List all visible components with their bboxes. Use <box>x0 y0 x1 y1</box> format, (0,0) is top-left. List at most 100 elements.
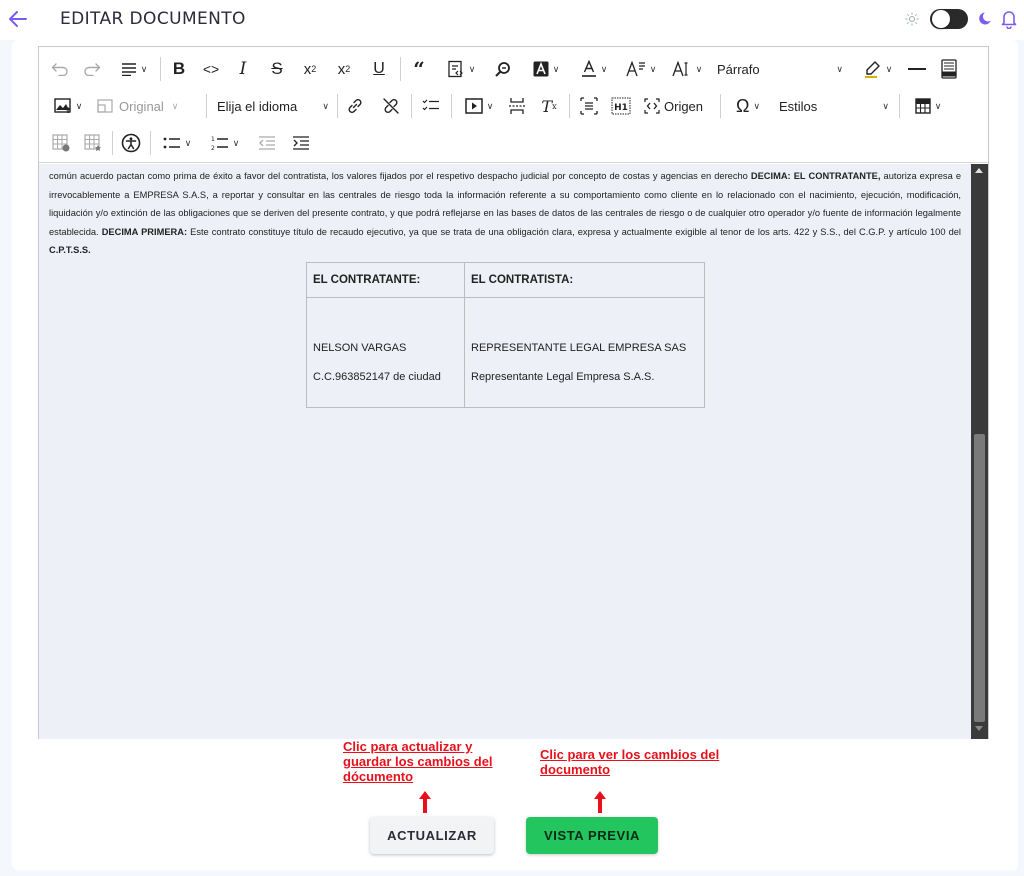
font-size-dropdown[interactable]: ∨ <box>665 57 709 81</box>
toolbar-separator <box>400 57 401 81</box>
italic-icon[interactable]: I <box>231 57 255 81</box>
insert-image-dropdown[interactable]: ∨ <box>47 94 89 118</box>
toolbar-separator <box>899 94 900 118</box>
sun-icon <box>905 12 919 26</box>
svg-text:H1: H1 <box>614 103 628 113</box>
scroll-down-icon[interactable] <box>975 726 983 731</box>
arrow-up-icon <box>418 790 432 814</box>
contratista-header: EL CONTRATISTA: <box>464 262 705 298</box>
numbered-list-dropdown[interactable]: 12 ∨ <box>205 131 245 155</box>
paragraph-text: común acuerdo pactan como prima de éxito… <box>49 171 751 181</box>
toolbar-separator <box>451 94 452 118</box>
toolbar-separator <box>160 57 161 81</box>
subscript-icon[interactable]: x2 <box>297 57 323 81</box>
image-size-label: Original <box>119 98 164 114</box>
scroll-up-icon[interactable] <box>975 168 983 173</box>
media-embed-dropdown[interactable]: ∨ <box>457 94 501 118</box>
special-chars-dropdown[interactable]: Ω ∨ <box>727 94 769 118</box>
toolbar-separator <box>150 131 151 155</box>
code-icon[interactable]: <> <box>199 57 223 81</box>
background-color-dropdown[interactable]: ∨ <box>525 57 567 81</box>
contratante-header: EL CONTRATANTE: <box>306 262 465 298</box>
page-title: EDITAR DOCUMENTO <box>60 9 246 29</box>
contratante-cell: NELSON VARGAS C.C.963852147 de ciudad <box>306 297 465 408</box>
svg-text:2: 2 <box>211 145 215 151</box>
contratante-id: C.C.963852147 de ciudad <box>313 371 441 383</box>
preview-button[interactable]: VISTA PREVIA <box>526 817 658 854</box>
outdent-icon[interactable] <box>255 131 279 155</box>
find-replace-icon[interactable] <box>491 57 515 81</box>
block-format-dropdown[interactable]: Párrafo ∨ <box>717 57 843 81</box>
strikethrough-icon[interactable]: S <box>265 57 289 81</box>
language-dropdown[interactable]: Elija el idioma ∨ <box>217 94 329 118</box>
document-paragraph: común acuerdo pactan como prima de éxito… <box>49 167 961 260</box>
editor-toolbar: ∨ B <> I S x2 x2 U “ ∨ ∨ ∨ ∨ ∨ Párrafo ∨… <box>39 47 988 163</box>
highlight-dropdown[interactable]: ∨ <box>857 57 899 81</box>
html-source-icon[interactable] <box>937 57 961 81</box>
theme-toggle[interactable] <box>930 9 968 29</box>
table-cell-props-icon[interactable] <box>49 131 73 155</box>
table-dropdown[interactable]: ∨ <box>907 94 949 118</box>
undo-icon[interactable] <box>49 57 71 81</box>
underline-icon[interactable]: U <box>367 57 391 81</box>
scroll-thumb[interactable] <box>974 434 985 722</box>
bulleted-list-dropdown[interactable]: ∨ <box>157 131 197 155</box>
toolbar-separator <box>112 131 113 155</box>
bold-icon[interactable]: B <box>167 57 191 81</box>
back-arrow-icon[interactable] <box>6 8 30 30</box>
rich-text-editor: ∨ B <> I S x2 x2 U “ ∨ ∨ ∨ ∨ ∨ Párrafo ∨… <box>38 46 989 739</box>
link-icon[interactable] <box>343 94 367 118</box>
show-blocks-icon[interactable] <box>577 94 601 118</box>
toolbar-row-3: ∨ 12 ∨ <box>39 125 988 161</box>
top-bar: EDITAR DOCUMENTO <box>0 0 1024 40</box>
block-format-label: Párrafo <box>717 61 760 77</box>
chevron-down-icon: ∨ <box>836 63 843 74</box>
contratista-cell: REPRESENTANTE LEGAL EMPRESA SAS Represen… <box>464 297 705 408</box>
indent-icon[interactable] <box>289 131 313 155</box>
table-row: EL CONTRATANTE: EL CONTRATISTA: <box>306 262 705 298</box>
page-break-icon[interactable] <box>505 94 529 118</box>
superscript-icon[interactable]: x2 <box>331 57 357 81</box>
toolbar-separator <box>206 94 207 118</box>
font-color-dropdown[interactable]: ∨ <box>573 57 615 81</box>
toolbar-separator <box>411 94 412 118</box>
theme-toggle-knob <box>932 10 950 28</box>
styles-label: Estilos <box>779 98 818 114</box>
image-size-dropdown[interactable]: Original ∨ <box>97 94 197 118</box>
svg-text:1: 1 <box>211 136 215 143</box>
contratante-name: NELSON VARGAS <box>313 342 407 354</box>
clear-format-icon[interactable]: Tx <box>537 94 561 118</box>
toolbar-row-2: ∨ Original ∨ Elija el idioma ∨ ∨ T x H1 … <box>39 88 988 124</box>
blockquote-icon[interactable]: “ <box>407 57 431 81</box>
paragraph-text: Este contrato constituye título de recau… <box>187 226 961 237</box>
insert-template-icon[interactable]: ∨ <box>439 57 483 81</box>
unlink-icon[interactable] <box>379 94 403 118</box>
paragraph-bold-text: DECIMA: EL CONTRATANTE, <box>750 171 881 181</box>
editor-content[interactable]: común acuerdo pactan como prima de éxito… <box>39 164 971 739</box>
heading-icon[interactable]: H1 <box>609 94 633 118</box>
bell-icon[interactable] <box>1000 9 1018 30</box>
redo-icon[interactable] <box>81 57 103 81</box>
arrow-up-icon <box>593 790 607 814</box>
font-family-dropdown[interactable]: ∨ <box>619 57 663 81</box>
table-props-icon[interactable] <box>81 131 105 155</box>
update-button[interactable]: ACTUALIZAR <box>370 817 494 854</box>
source-label: Origen <box>664 98 704 114</box>
contratista-id: Representante Legal Empresa S.A.S. <box>471 371 655 383</box>
signature-table: EL CONTRATANTE: EL CONTRATISTA: NELSON V… <box>306 262 705 408</box>
paragraph-bold-text: DECIMA PRIMERA: <box>101 226 188 237</box>
paragraph-bold-text: C.P.T.S.S. <box>49 245 91 255</box>
editor-scrollbar[interactable] <box>971 164 988 739</box>
horizontal-line-icon[interactable] <box>905 57 929 81</box>
source-button[interactable]: Origen <box>643 94 709 118</box>
align-dropdown[interactable]: ∨ <box>113 57 155 81</box>
update-hint-annotation: Clic para actualizar y guardar los cambi… <box>343 739 493 784</box>
accessibility-icon[interactable] <box>119 131 143 155</box>
language-label: Elija el idioma <box>217 98 298 114</box>
styles-dropdown[interactable]: Estilos ∨ <box>779 94 889 118</box>
chevron-down-icon: ∨ <box>322 100 329 111</box>
checklist-icon[interactable] <box>419 94 443 118</box>
table-row: NELSON VARGAS C.C.963852147 de ciudad RE… <box>306 297 705 408</box>
toolbar-separator <box>337 94 338 118</box>
contratista-name: REPRESENTANTE LEGAL EMPRESA SAS <box>471 342 687 354</box>
